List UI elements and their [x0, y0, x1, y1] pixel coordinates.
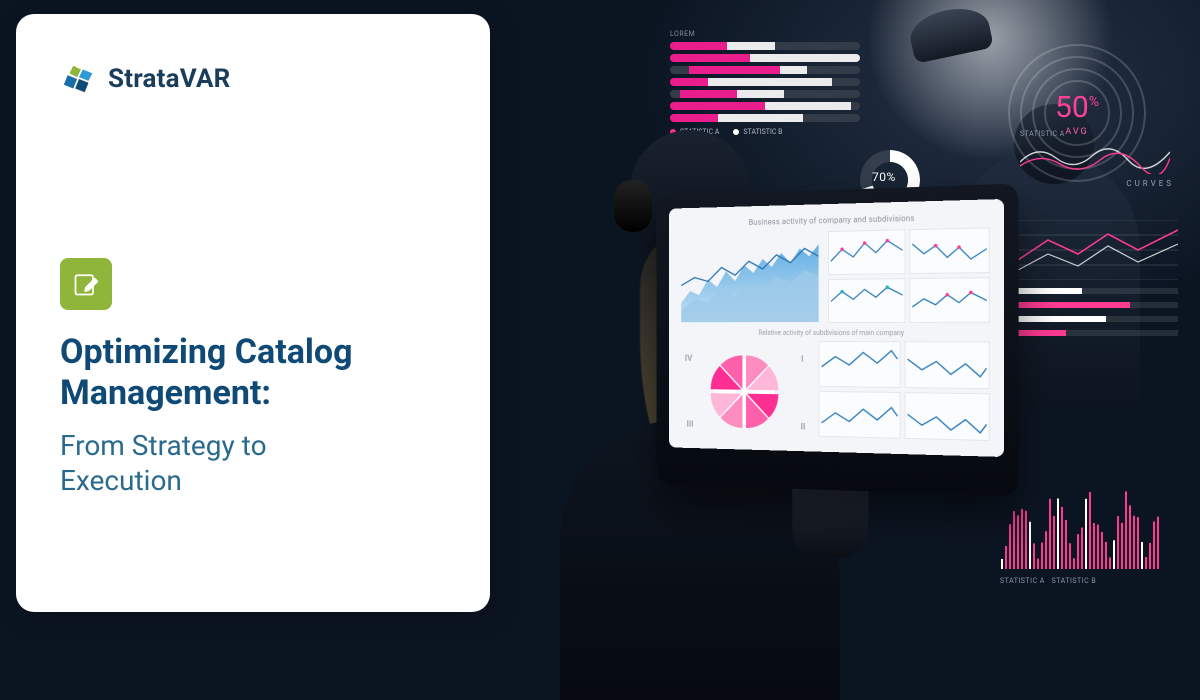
hud-bar	[670, 78, 860, 86]
hud-bar	[670, 54, 860, 62]
headline-subtitle: From Strategy to Execution	[60, 428, 380, 498]
side-bar	[1018, 302, 1178, 308]
grid-line-chart-icon	[1018, 220, 1178, 280]
hud-wave-chart: STATISTIC A	[1020, 130, 1170, 180]
photo-scene: LOREM STATISTIC A STATISTIC B 70% 50% AV…	[490, 0, 1200, 627]
mini-charts	[828, 227, 990, 323]
pie-q1: I	[801, 355, 803, 365]
screen-subtitle: Relative activity of subdivisions of mai…	[681, 329, 990, 337]
pie-q2: II	[801, 422, 806, 432]
hud-side-bars	[1018, 220, 1178, 360]
analytics-monitor: Business activity of company and subdivi…	[640, 190, 1020, 490]
area-chart	[681, 231, 818, 323]
hud-vertical-bars: STATISTIC A STATISTIC B	[1000, 479, 1170, 599]
promo-graphic: StrataVAR Optimizing Catalog Management:…	[0, 0, 1200, 627]
pie-q3: III	[687, 420, 694, 430]
headline-title: Optimizing Catalog Management:	[60, 332, 440, 414]
gauge-value: 50%	[1055, 90, 1099, 125]
edit-note-icon	[60, 258, 112, 310]
psd-label-a: STATISTIC A	[1000, 577, 1045, 585]
psd-label-b: STATISTIC B	[1052, 577, 1097, 585]
brand-name: StrataVAR	[108, 64, 231, 94]
hud-bar	[670, 42, 860, 50]
side-bar	[1018, 330, 1178, 336]
monitor-screen: Business activity of company and subdivi…	[669, 199, 1004, 457]
content-card: StrataVAR Optimizing Catalog Management:…	[16, 14, 490, 612]
gauge-corner-label: CURVES	[1126, 179, 1174, 188]
hud-bar	[670, 90, 860, 98]
brand-logo: StrataVAR	[60, 60, 446, 98]
hud-bar	[670, 66, 860, 74]
hud-bar	[670, 102, 860, 110]
hud-spark-bars	[1010, 367, 1170, 437]
screen-title: Business activity of company and subdivi…	[681, 212, 990, 229]
stratavar-logo-icon	[60, 60, 98, 98]
side-bar	[1018, 316, 1178, 322]
pie-q4: IV	[685, 354, 693, 364]
pie-chart: I II III IV	[681, 341, 809, 441]
side-bar	[1018, 288, 1178, 294]
mini-charts-2	[819, 341, 990, 445]
wave-label-a: STATISTIC A	[1020, 130, 1065, 138]
hud-gauge-70-label: 70%	[872, 170, 896, 184]
hud-bars-label: LOREM	[670, 30, 860, 38]
